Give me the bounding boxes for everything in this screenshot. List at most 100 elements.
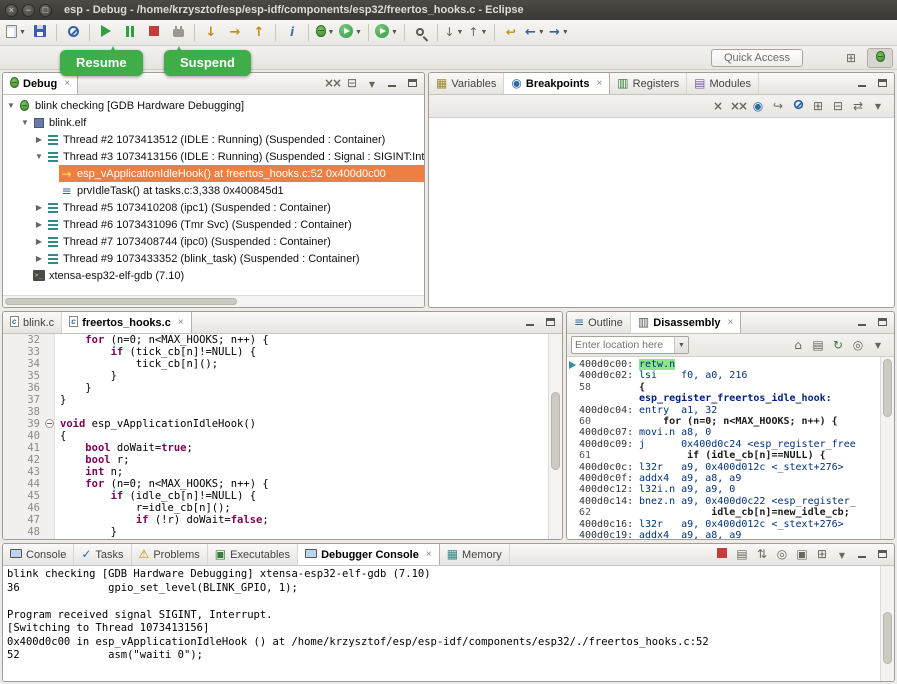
show-source-button[interactable]: ▤ <box>809 336 827 354</box>
quick-access-button[interactable]: Quick Access <box>711 49 803 67</box>
tab-console[interactable]: Console <box>3 544 74 565</box>
dropdown-chevron-icon[interactable]: ▼ <box>19 29 26 36</box>
remove-all-button[interactable]: ×× <box>729 97 747 115</box>
open-perspective-button[interactable]: ⊞ <box>838 48 864 68</box>
close-tab-icon[interactable]: × <box>64 78 70 89</box>
skip-all-breakpoints-button[interactable] <box>789 97 807 115</box>
debug-horizontal-scrollbar[interactable] <box>3 295 424 307</box>
step-return-button[interactable]: ↑ <box>247 22 271 44</box>
collapse-all-button[interactable]: ⊟ <box>343 75 361 93</box>
debug-tree-item[interactable]: →esp_vApplicationIdleHook() at freertos_… <box>3 165 424 182</box>
editor-line[interactable]: 47 if (!r) doWait=false; <box>3 514 548 526</box>
suspend-button[interactable] <box>118 22 142 44</box>
link-with-debug-view-button[interactable]: ⇄ <box>849 97 867 115</box>
tab-blink-c[interactable]: cblink.c <box>3 312 62 333</box>
tab-executables[interactable]: ▣Executables <box>208 544 298 565</box>
scrollbar-thumb[interactable] <box>5 298 237 305</box>
forward-button[interactable]: →▼ <box>547 22 571 44</box>
disassembly-line[interactable]: 60 for (n=0; n<MAX_HOOKS; n++) { <box>567 416 880 427</box>
tab-breakpoints[interactable]: ◉Breakpoints× <box>504 73 610 94</box>
last-edit-location-button[interactable]: ↩ <box>499 22 523 44</box>
close-tab-icon[interactable]: × <box>728 317 734 328</box>
window-close-button[interactable]: × <box>5 4 18 17</box>
maximize-button[interactable] <box>873 546 891 564</box>
console-output[interactable]: blink checking [GDB Hardware Debugging] … <box>3 566 880 681</box>
collapsed-expander-icon[interactable]: ▶ <box>33 254 45 263</box>
code-editor[interactable]: 32 for (n=0; n<MAX_HOOKS; n++) {33 if (t… <box>3 334 548 539</box>
tab-freertos-hooks-c[interactable]: cfreertos_hooks.c× <box>62 312 192 333</box>
view-menu-button[interactable]: ▼ <box>869 97 887 115</box>
editor-line[interactable]: 36 } <box>3 382 548 394</box>
tab-variables[interactable]: ▦Variables <box>429 73 504 94</box>
instruction-stepping-button[interactable]: i <box>280 22 304 44</box>
expand-all-button[interactable]: ⊞ <box>809 97 827 115</box>
editor-line[interactable]: 39void esp_vApplicationIdleHook() <box>3 418 548 430</box>
tab-problems[interactable]: ⚠Problems <box>132 544 208 565</box>
disassembly-line[interactable]: esp_register_freertos_idle_hook: <box>567 393 880 404</box>
new-wizard-button[interactable]: ▼ <box>4 22 28 44</box>
collapsed-expander-icon[interactable]: ▶ <box>33 135 45 144</box>
remove-all-terminated-button[interactable]: ×× <box>323 75 341 93</box>
skip-all-breakpoints-button[interactable] <box>61 22 85 44</box>
show-breakpoints-for-selected-button[interactable]: ◉ <box>749 97 767 115</box>
editor-line[interactable]: 44 for (n=0; n<MAX_HOOKS; n++) { <box>3 478 548 490</box>
remove-selected-button[interactable]: × <box>709 97 727 115</box>
expanded-expander-icon[interactable]: ▼ <box>5 101 17 110</box>
disassembly-line[interactable]: 400d0c16:l32r a9, 0x400d012c <_stext+276… <box>567 519 880 530</box>
maximize-button[interactable] <box>541 314 559 332</box>
run-button[interactable]: ▼ <box>337 22 364 44</box>
external-tools-button[interactable]: ▼ <box>373 22 400 44</box>
close-tab-icon[interactable]: × <box>596 78 602 89</box>
console-vertical-scrollbar[interactable] <box>880 566 894 681</box>
debug-tree-item[interactable]: ▶Thread #2 1073413512 (IDLE : Running) (… <box>3 131 424 148</box>
dropdown-chevron-icon[interactable]: ▼ <box>355 29 362 36</box>
terminate-button[interactable] <box>713 546 731 564</box>
minimize-button[interactable] <box>521 314 539 332</box>
debug-tree-item[interactable]: ≡prvIdleTask() at tasks.c:3,338 0x400845… <box>3 182 424 199</box>
debug-tree-item[interactable]: ▼blink checking [GDB Hardware Debugging] <box>3 97 424 114</box>
dropdown-chevron-icon[interactable]: ▼ <box>562 29 569 36</box>
back-button[interactable]: ←▼ <box>523 22 547 44</box>
tab-tasks[interactable]: ✓Tasks <box>74 544 131 565</box>
expanded-expander-icon[interactable]: ▼ <box>19 118 31 127</box>
disassembly-line[interactable]: 400d0c02:lsi f0, a0, 216 <box>567 370 880 381</box>
expanded-expander-icon[interactable]: ▼ <box>33 152 45 161</box>
terminate-button[interactable] <box>142 22 166 44</box>
step-into-button[interactable]: ↓ <box>199 22 223 44</box>
editor-line[interactable]: 48 } <box>3 526 548 538</box>
fold-collapse-icon[interactable] <box>45 419 54 428</box>
debug-tree-item[interactable]: >_xtensa-esp32-elf-gdb (7.10) <box>3 267 424 284</box>
dropdown-chevron-icon[interactable]: ▼ <box>456 29 463 36</box>
disassembly-line[interactable]: 400d0c0c:l32r a9, 0x400d012c <_stext+276… <box>567 462 880 473</box>
step-over-button[interactable]: → <box>223 22 247 44</box>
dropdown-chevron-icon[interactable]: ▼ <box>480 29 487 36</box>
debug-tree-item[interactable]: ▼blink.elf <box>3 114 424 131</box>
location-input[interactable] <box>572 339 674 351</box>
disassembly-line[interactable]: 400d0c09:j 0x400d0c24 <esp_register_free <box>567 439 880 450</box>
view-menu-button[interactable]: ▼ <box>869 336 887 354</box>
editor-line[interactable]: 40{ <box>3 430 548 442</box>
dropdown-chevron-icon[interactable]: ▼ <box>328 29 335 36</box>
disassembly-line[interactable]: 58{ <box>567 382 880 393</box>
debug-tree-item[interactable]: ▶Thread #9 1073433352 (blink_task) (Susp… <box>3 250 424 267</box>
collapse-all-button[interactable]: ⊟ <box>829 97 847 115</box>
tab-memory[interactable]: ▦Memory <box>440 544 510 565</box>
pin-button[interactable]: ◎ <box>849 336 867 354</box>
collapsed-expander-icon[interactable]: ▶ <box>33 220 45 229</box>
debug-tree-item[interactable]: ▶Thread #6 1073431096 (Tmr Svc) (Suspend… <box>3 216 424 233</box>
scrollbar-thumb[interactable] <box>883 359 892 417</box>
tab-modules[interactable]: ▤Modules <box>687 73 759 94</box>
editor-vertical-scrollbar[interactable] <box>548 334 562 539</box>
minimize-button[interactable] <box>383 75 401 93</box>
disassembly-line[interactable]: 400d0c14:bnez.n a9, 0x400d0c22 <esp_regi… <box>567 496 880 507</box>
display-console-button[interactable]: ▣ <box>793 546 811 564</box>
disassembly-line[interactable]: 400d0c0f:addx4 a9, a8, a9 <box>567 473 880 484</box>
combo-dropdown-icon[interactable]: ▼ <box>674 337 688 353</box>
collapsed-expander-icon[interactable]: ▶ <box>33 203 45 212</box>
disassembly-line[interactable]: 400d0c00:retw.n <box>567 359 880 370</box>
home-button[interactable]: ⌂ <box>789 336 807 354</box>
minimize-button[interactable] <box>853 75 871 93</box>
collapsed-expander-icon[interactable]: ▶ <box>33 237 45 246</box>
tab-debug[interactable]: Debug× <box>3 73 78 94</box>
editor-line[interactable]: 38 <box>3 406 548 418</box>
